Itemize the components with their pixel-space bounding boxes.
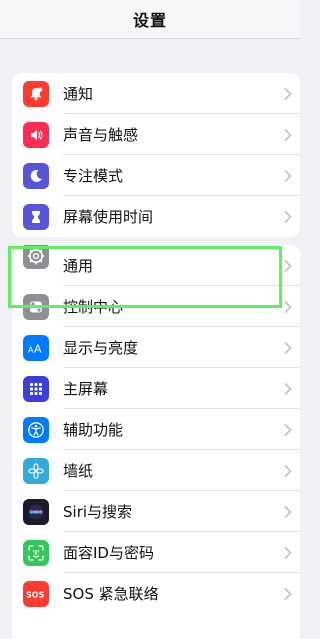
chevron-right-icon <box>284 169 292 182</box>
settings-item-label: 辅助功能 <box>63 421 124 439</box>
settings-item-display-brightness[interactable]: AA 显示与亮度 <box>12 327 300 368</box>
settings-item-home-screen[interactable]: 主屏幕 <box>12 368 300 409</box>
chevron-right-icon <box>284 210 292 223</box>
settings-item-label: 专注模式 <box>63 167 124 185</box>
settings-item-label: 面容ID与密码 <box>63 544 154 562</box>
settings-item-label: 显示与亮度 <box>63 339 139 357</box>
settings-group-primary: 通知 声音与触感 专注模式 屏幕使用时间 <box>12 73 300 237</box>
chevron-right-icon <box>284 128 292 141</box>
chevron-right-icon <box>284 300 292 313</box>
settings-item-label: 墙纸 <box>63 462 94 480</box>
settings-item-label: SOS 紧急联络 <box>63 585 159 603</box>
moon-icon <box>23 162 49 189</box>
chevron-right-icon <box>284 382 292 395</box>
svg-text:SOS: SOS <box>26 590 45 599</box>
chevron-right-icon <box>284 423 292 436</box>
settings-item-label: 通用 <box>63 257 94 275</box>
flower-icon <box>23 457 49 484</box>
chevron-right-icon <box>284 505 292 518</box>
settings-item-siri-search[interactable]: Siri与搜索 <box>12 491 300 532</box>
settings-item-emergency-sos[interactable]: SOS SOS 紧急联络 <box>12 573 300 614</box>
settings-item-accessibility[interactable]: 辅助功能 <box>12 409 300 450</box>
settings-item-label: 主屏幕 <box>63 380 109 398</box>
settings-item-notifications[interactable]: 通知 <box>12 73 300 114</box>
svg-text:A: A <box>34 342 42 355</box>
settings-item-label: 屏幕使用时间 <box>63 208 154 226</box>
app-grid-icon <box>23 375 49 402</box>
settings-screen: 设置 通知 声音与触感 专注模式 屏幕使用时间 通用 控制中心 A A 显示与亮… <box>0 0 300 639</box>
chevron-right-icon <box>284 587 292 600</box>
settings-item-label: 声音与触感 <box>63 126 139 144</box>
chevron-right-icon <box>284 87 292 100</box>
settings-item-general[interactable]: 通用 <box>12 245 300 286</box>
siri-icon <box>23 498 49 525</box>
bell-icon <box>23 80 49 107</box>
settings-group-system: 通用 控制中心 AA 显示与亮度 主屏幕 辅助功能 墙纸 Siri与搜索 面容I… <box>12 245 300 639</box>
accessibility-icon <box>23 416 49 443</box>
chevron-right-icon <box>284 464 292 477</box>
hourglass-icon <box>23 203 49 230</box>
gear-icon <box>23 245 49 269</box>
sos-icon: SOS <box>23 580 49 607</box>
speaker-icon <box>23 121 49 148</box>
settings-item-face-id-passcode[interactable]: 面容ID与密码 <box>12 532 300 573</box>
page-title: 设置 <box>132 11 167 30</box>
settings-item-label: Siri与搜索 <box>63 503 133 521</box>
settings-item-label: 控制中心 <box>63 298 124 316</box>
chevron-right-icon <box>284 341 292 354</box>
settings-item-label: 通知 <box>63 85 94 103</box>
navigation-bar: 设置 <box>0 0 300 39</box>
chevron-right-icon <box>284 546 292 559</box>
settings-item-wallpaper[interactable]: 墙纸 <box>12 450 300 491</box>
text-size-icon: AA <box>23 334 49 361</box>
settings-item-sounds-haptics[interactable]: 声音与触感 <box>12 114 300 155</box>
settings-item-control-center[interactable]: 控制中心 <box>12 286 300 327</box>
face-id-icon <box>23 539 49 566</box>
toggles-icon <box>23 293 49 320</box>
chevron-right-icon <box>284 259 292 272</box>
settings-item-screen-time[interactable]: 屏幕使用时间 <box>12 196 300 237</box>
settings-item-focus[interactable]: 专注模式 <box>12 155 300 196</box>
